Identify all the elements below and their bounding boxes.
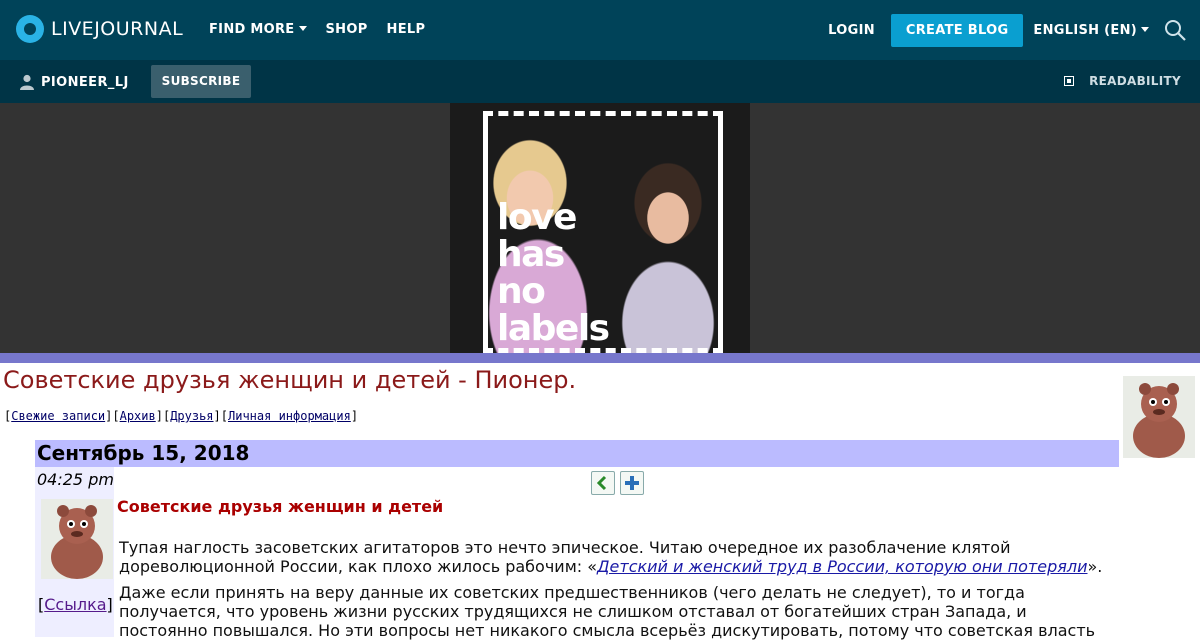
ad-banner: love has no labels [0, 103, 1200, 353]
post-line: Даже если принять на веру данные их сове… [119, 583, 1025, 602]
logo-text: LIVEJOURNAL [51, 18, 184, 40]
entry-userpic [41, 499, 113, 579]
search-icon[interactable] [1163, 18, 1187, 42]
ad-slogan: love has no labels [497, 197, 610, 349]
top-bar: LIVEJOURNAL FIND MORE SHOP HELP LOGIN CR… [0, 0, 1200, 60]
nav-help[interactable]: HELP [387, 22, 426, 37]
language-selector[interactable]: ENGLISH (EN) [1033, 23, 1149, 38]
post-paragraph: Тупая наглость засоветских агитаторов эт… [119, 538, 1109, 576]
advertisement[interactable]: love has no labels [450, 103, 750, 353]
entry-permalink: [Ссылка] [38, 595, 113, 614]
header-stripe [0, 353, 1200, 363]
username: PIONEER_LJ [41, 74, 129, 90]
journal-bar: PIONEER_LJ SUBSCRIBE READABILITY [0, 60, 1200, 103]
post-line: дореволюционной России, как плохо жилось… [119, 557, 1109, 576]
ad-slogan-line: love [497, 197, 577, 238]
permalink-link[interactable]: Ссылка [44, 595, 106, 614]
ad-slogan-line: no [497, 271, 546, 312]
readability-label: READABILITY [1089, 74, 1181, 88]
chevron-down-icon [1141, 26, 1149, 32]
account-nav: LOGIN CREATE BLOG ENGLISH (EN) [828, 0, 1200, 60]
post-title: Советские друзья женщин и детей [117, 497, 444, 516]
subscribe-button[interactable]: SUBSCRIBE [151, 65, 251, 98]
journal-title: Советские друзья женщин и детей - Пионер… [3, 366, 577, 394]
user-icon [20, 74, 34, 90]
add-to-memories-icon[interactable] [620, 471, 644, 495]
entry-side-column: 04:25 pm [Ссылка] [35, 467, 114, 637]
login-link[interactable]: LOGIN [828, 23, 875, 38]
link-friends[interactable]: Друзья [170, 409, 213, 423]
livejournal-logo-icon [16, 15, 44, 43]
readability-checkbox[interactable] [1064, 76, 1075, 86]
ad-slogan-line: has [497, 234, 565, 275]
post-text: дореволюционной России, как плохо жилось… [119, 557, 598, 576]
nav-find-more-label: FIND MORE [209, 22, 295, 37]
previous-entry-icon[interactable] [591, 471, 615, 495]
entry-time: 04:25 pm [37, 470, 114, 489]
journal-links: [Свежие записи][Архив][Друзья][Личная ин… [4, 409, 359, 423]
main-nav: FIND MORE SHOP HELP [209, 22, 425, 37]
link-profile[interactable]: Личная информация [228, 409, 351, 423]
post-line: постоянно повышался. Но эти вопросы нет … [119, 621, 1096, 640]
link-recent[interactable]: Свежие записи [11, 409, 105, 423]
create-blog-button[interactable]: CREATE BLOG [890, 13, 1024, 47]
ad-slogan-line: labels [497, 308, 610, 349]
nav-find-more[interactable]: FIND MORE [209, 22, 307, 37]
post-line: получается, что уровень жизни русских тр… [119, 602, 1027, 621]
entry-date: Сентябрь 15, 2018 [37, 441, 250, 465]
readability-toggle[interactable]: READABILITY [1064, 74, 1181, 88]
chevron-down-icon [298, 26, 307, 31]
journal-user[interactable]: PIONEER_LJ [20, 74, 129, 90]
livejournal-logo[interactable]: LIVEJOURNAL [16, 15, 183, 43]
language-label: ENGLISH (EN) [1033, 22, 1137, 38]
article-link[interactable]: Детский и женский труд в России, которую… [597, 557, 1087, 576]
post-text: ». [1087, 557, 1103, 576]
link-archive[interactable]: Архив [120, 409, 156, 423]
journal-userpic[interactable] [1123, 376, 1195, 458]
post-line: Тупая наглость засоветских агитаторов эт… [119, 538, 1011, 557]
post-paragraph: Даже если принять на веру данные их сове… [119, 583, 1109, 640]
date-header: Сентябрь 15, 2018 [35, 440, 1119, 467]
nav-shop[interactable]: SHOP [326, 22, 368, 37]
